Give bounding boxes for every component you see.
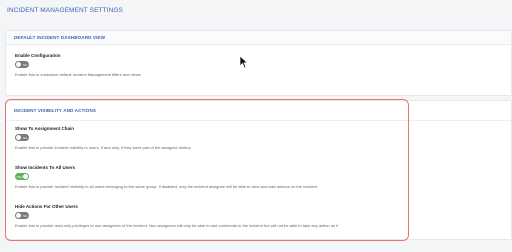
show-incidents-all-users-toggle[interactable]: YES bbox=[15, 173, 29, 180]
enable-configuration-description: Enable this to customize default Inciden… bbox=[15, 72, 141, 77]
show-assignment-chain-setting: Show To Assignment Chain NO Enable this … bbox=[15, 126, 191, 150]
toggle-knob bbox=[16, 135, 21, 140]
enable-configuration-toggle[interactable]: NO bbox=[15, 61, 29, 68]
toggle-state-text: NO bbox=[23, 62, 28, 67]
show-incidents-all-users-setting: Show Incidents To All Users YES Enable t… bbox=[15, 165, 318, 189]
show-incidents-all-users-label: Show Incidents To All Users bbox=[15, 165, 76, 170]
toggle-knob bbox=[16, 213, 21, 218]
show-assignment-chain-label: Show To Assignment Chain bbox=[15, 126, 75, 131]
hide-actions-other-users-description: Enable this to provide read-only privile… bbox=[15, 223, 339, 228]
dashboard-view-panel: DEFAULT INCIDENT DASHBOARD VIEW Enable C… bbox=[5, 30, 512, 96]
enable-configuration-label: Enable Configuration bbox=[15, 53, 61, 58]
toggle-state-text: NO bbox=[23, 135, 28, 140]
page-title: INCIDENT MANAGEMENT SETTINGS bbox=[7, 7, 123, 14]
hide-actions-other-users-label: Hide Actions For Other Users bbox=[15, 204, 78, 209]
dashboard-view-header: DEFAULT INCIDENT DASHBOARD VIEW bbox=[6, 31, 511, 45]
hide-actions-other-users-toggle[interactable]: NO bbox=[15, 212, 29, 219]
toggle-state-text: NO bbox=[23, 213, 28, 218]
visibility-actions-header: INCIDENT VISIBILITY AND ACTIONS bbox=[6, 101, 511, 121]
toggle-state-text: YES bbox=[16, 174, 23, 179]
toggle-knob bbox=[23, 174, 28, 179]
visibility-actions-panel: INCIDENT VISIBILITY AND ACTIONS Show To … bbox=[5, 100, 512, 240]
enable-configuration-setting: Enable Configuration NO Enable this to c… bbox=[15, 53, 141, 77]
hide-actions-other-users-setting: Hide Actions For Other Users NO Enable t… bbox=[15, 204, 338, 228]
show-assignment-chain-toggle[interactable]: NO bbox=[15, 134, 29, 141]
mouse-pointer-icon bbox=[239, 55, 249, 74]
toggle-knob bbox=[16, 62, 21, 67]
show-assignment-chain-description: Enable this to provide incident visibili… bbox=[15, 145, 192, 150]
show-incidents-all-users-description: Enable this to provide Incident Visibili… bbox=[15, 184, 318, 189]
